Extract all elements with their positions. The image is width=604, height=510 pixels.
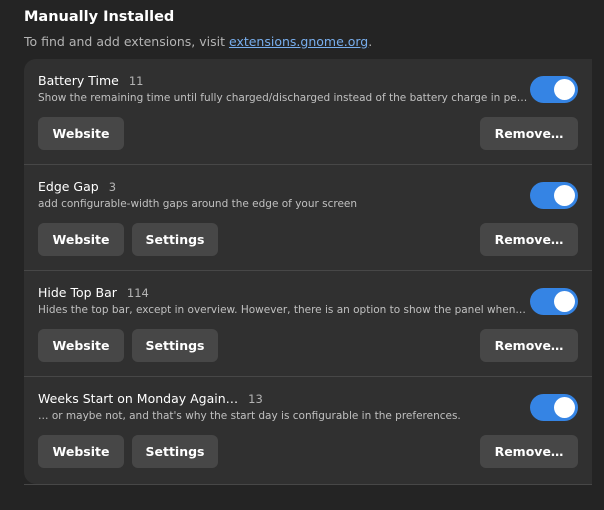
remove-button[interactable]: Remove… — [480, 117, 578, 150]
extension-list: Battery Time 11 Show the remaining time … — [24, 59, 592, 484]
extension-count: 13 — [248, 392, 263, 406]
extension-row-battery-time: Battery Time 11 Show the remaining time … — [24, 59, 592, 165]
list-bottom-divider — [24, 484, 592, 485]
toggle-knob — [554, 185, 575, 206]
remove-button[interactable]: Remove… — [480, 329, 578, 362]
website-button[interactable]: Website — [38, 329, 124, 362]
extension-count: 3 — [108, 180, 117, 194]
extension-header: Hide Top Bar 114 — [38, 285, 149, 300]
extension-count: 114 — [126, 286, 149, 300]
remove-button[interactable]: Remove… — [480, 223, 578, 256]
extension-description: add configurable-width gaps around the e… — [38, 198, 358, 210]
section-title: Manually Installed — [24, 9, 175, 25]
section-subtitle: To find and add extensions, visit extens… — [24, 34, 372, 49]
extension-enable-toggle[interactable] — [530, 394, 578, 421]
extension-row-hide-top-bar: Hide Top Bar 114 Hides the top bar, exce… — [24, 271, 592, 377]
extension-header: Battery Time 11 — [38, 73, 143, 88]
website-button[interactable]: Website — [38, 435, 124, 468]
extension-row-weeks-start-monday: Weeks Start on Monday Again… 13 … or may… — [24, 377, 592, 483]
toggle-knob — [554, 397, 575, 418]
extension-name: Hide Top Bar — [38, 285, 117, 300]
subtitle-prefix: To find and add extensions, visit — [24, 34, 229, 49]
toggle-knob — [554, 291, 575, 312]
remove-button[interactable]: Remove… — [480, 435, 578, 468]
toggle-knob — [554, 79, 575, 100]
scrollbar-track[interactable] — [592, 59, 604, 484]
subtitle-suffix: . — [368, 34, 373, 49]
extension-row-edge-gap: Edge Gap 3 add configurable-width gaps a… — [24, 165, 592, 271]
extension-description: … or maybe not, and that's why the start… — [38, 410, 461, 422]
settings-button[interactable]: Settings — [132, 329, 218, 362]
website-button[interactable]: Website — [38, 117, 124, 150]
extension-name: Weeks Start on Monday Again… — [38, 391, 239, 406]
extension-enable-toggle[interactable] — [530, 288, 578, 315]
extension-header: Edge Gap 3 — [38, 179, 116, 194]
extension-enable-toggle[interactable] — [530, 182, 578, 209]
extension-enable-toggle[interactable] — [530, 76, 578, 103]
extension-name: Edge Gap — [38, 179, 99, 194]
extensions-gnome-link[interactable]: extensions.gnome.org — [229, 34, 368, 49]
extension-count: 11 — [128, 74, 144, 88]
extension-name: Battery Time — [38, 73, 119, 88]
extension-description: Hides the top bar, except in overview. H… — [38, 304, 530, 316]
extension-header: Weeks Start on Monday Again… 13 — [38, 391, 263, 406]
settings-button[interactable]: Settings — [132, 223, 218, 256]
extension-description: Show the remaining time until fully char… — [38, 92, 530, 104]
website-button[interactable]: Website — [38, 223, 124, 256]
settings-button[interactable]: Settings — [132, 435, 218, 468]
